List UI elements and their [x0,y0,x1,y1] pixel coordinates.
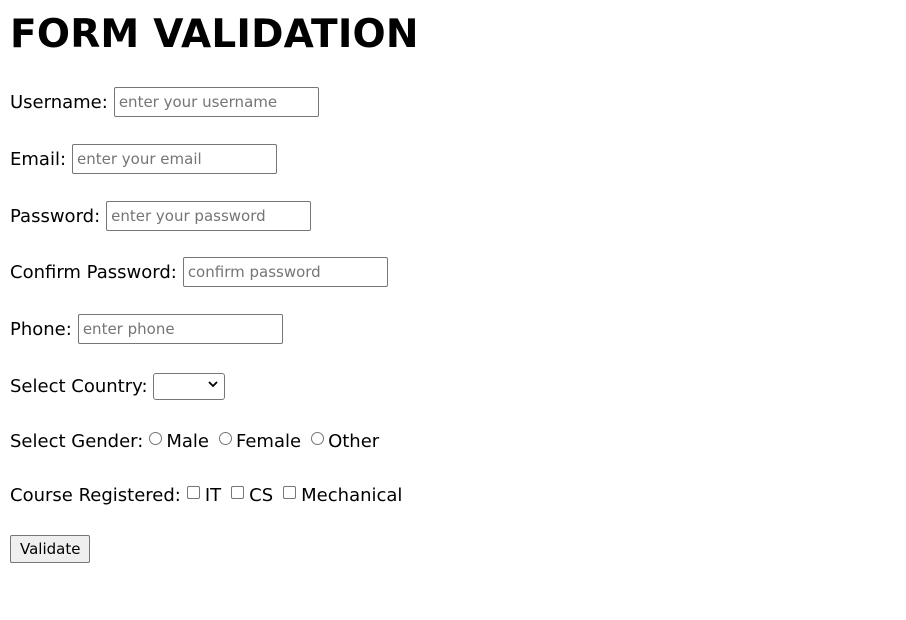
phone-label: Phone: [10,318,72,340]
gender-label: Select Gender: [10,430,144,452]
checkbox-cs[interactable] [231,485,245,499]
email-label: Email: [10,148,67,170]
confirm-password-input[interactable] [182,257,388,287]
checkbox-it-label: IT [204,484,222,506]
country-row: Select Country: [10,371,225,401]
confirm-password-row: Confirm Password: [10,257,388,287]
username-input[interactable] [113,87,319,117]
courses-label: Course Registered: [10,484,181,506]
radio-male[interactable] [149,431,163,445]
radio-female-label: Female [235,430,302,452]
username-row: Username: [10,87,319,117]
page-title: FORM VALIDATION [10,12,419,57]
validate-button[interactable]: Validate [10,535,91,563]
chevron-down-icon [207,380,218,387]
username-label: Username: [10,91,108,113]
email-row: Email: [10,144,278,174]
checkbox-it[interactable] [186,485,200,499]
country-select[interactable] [152,372,225,400]
phone-row: Phone: [10,314,283,344]
checkbox-mechanical[interactable] [283,485,297,499]
email-input[interactable] [72,144,278,174]
radio-male-label: Male [166,430,209,452]
courses-row: Course Registered: IT CS Mechanical [10,480,406,510]
checkbox-mechanical-label: Mechanical [301,484,403,506]
phone-input[interactable] [77,314,283,344]
password-label: Password: [10,205,101,227]
radio-other[interactable] [311,431,325,445]
password-input[interactable] [106,201,312,231]
gender-row: Select Gender: Male Female Other [10,426,383,456]
radio-female[interactable] [218,431,232,445]
checkbox-cs-label: CS [249,484,274,506]
country-label: Select Country: [10,375,148,397]
password-row: Password: [10,201,312,231]
confirm-password-label: Confirm Password: [10,261,177,283]
radio-other-label: Other [328,430,380,452]
